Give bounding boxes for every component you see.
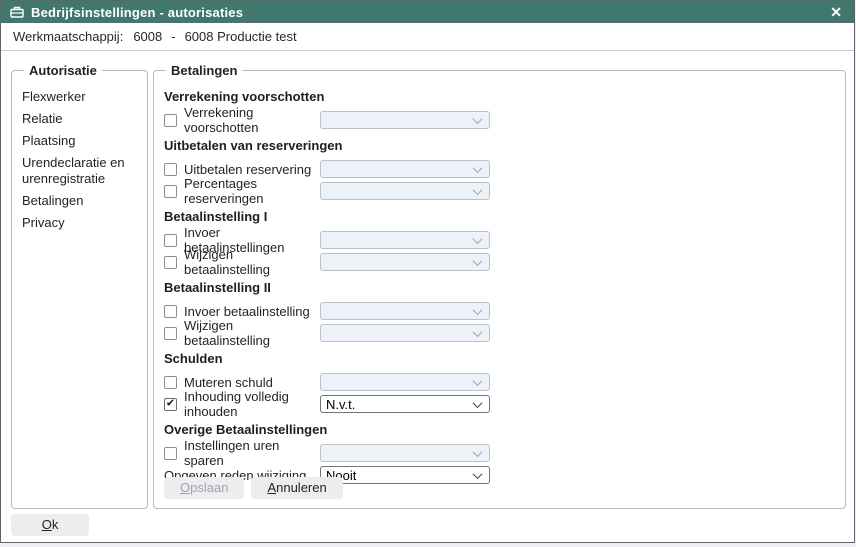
- setting-dropdown[interactable]: [320, 302, 490, 320]
- sidebar-item-plaatsing[interactable]: Plaatsing: [22, 130, 147, 152]
- section-header: Betaalinstelling I: [164, 209, 835, 224]
- checkbox[interactable]: [164, 185, 177, 198]
- chevron-down-icon: [473, 327, 483, 337]
- chevron-down-icon: [473, 256, 483, 266]
- setting-dropdown[interactable]: [320, 231, 490, 249]
- checkbox[interactable]: [164, 114, 177, 127]
- setting-dropdown[interactable]: [320, 160, 490, 178]
- section-header: Schulden: [164, 351, 835, 366]
- chevron-down-icon: [473, 398, 483, 408]
- company-bar: Werkmaatschappij: 6008 - 6008 Productie …: [1, 23, 854, 51]
- sidebar-item-relatie[interactable]: Relatie: [22, 108, 147, 130]
- ok-button[interactable]: Ok: [11, 514, 89, 536]
- panel-buttons: Opslaan Annuleren: [164, 477, 343, 499]
- checkbox[interactable]: [164, 376, 177, 389]
- checkbox[interactable]: [164, 447, 177, 460]
- checkbox[interactable]: [164, 234, 177, 247]
- sidebar-legend: Autorisatie: [24, 63, 102, 78]
- company-name: 6008 Productie test: [185, 29, 297, 44]
- chevron-down-icon: [473, 163, 483, 173]
- close-icon[interactable]: ✕: [827, 4, 845, 20]
- payments-panel: Betalingen Verrekening voorschotten Verr…: [153, 63, 846, 509]
- company-label: Werkmaatschappij:: [13, 29, 123, 44]
- section-header: Verrekening voorschotten: [164, 89, 835, 104]
- chevron-down-icon: [473, 114, 483, 124]
- chevron-down-icon: [473, 469, 483, 479]
- save-button[interactable]: Opslaan: [164, 477, 244, 499]
- checkbox[interactable]: [164, 305, 177, 318]
- setting-label: Muteren schuld: [184, 375, 320, 390]
- setting-row: ✔ Inhouding volledig inhouden N.v.t.: [164, 395, 835, 413]
- briefcase-icon: [10, 6, 24, 18]
- setting-dropdown[interactable]: [320, 373, 490, 391]
- setting-dropdown[interactable]: [320, 182, 490, 200]
- sidebar-item-flexwerker[interactable]: Flexwerker: [22, 86, 147, 108]
- setting-dropdown[interactable]: [320, 111, 490, 129]
- checkbox[interactable]: [164, 327, 177, 340]
- chevron-down-icon: [473, 305, 483, 315]
- setting-dropdown[interactable]: Nooit: [320, 466, 490, 484]
- title-bar: Bedrijfsinstellingen - autorisaties ✕: [1, 1, 854, 23]
- authorization-group: Autorisatie Flexwerker Relatie Plaatsing…: [11, 63, 148, 509]
- chevron-down-icon: [473, 376, 483, 386]
- section-header: Betaalinstelling II: [164, 280, 835, 295]
- sidebar-item-privacy[interactable]: Privacy: [22, 212, 147, 234]
- setting-row: Instellingen uren sparen: [164, 444, 835, 462]
- setting-label: Wijzigen betaalinstelling: [184, 247, 320, 277]
- setting-row: Verrekening voorschotten: [164, 111, 835, 129]
- chevron-down-icon: [473, 447, 483, 457]
- setting-dropdown[interactable]: [320, 253, 490, 271]
- setting-label: Verrekening voorschotten: [184, 105, 320, 135]
- sidebar-item-urendeclaratie[interactable]: Urendeclaratie en urenregistratie: [22, 152, 147, 190]
- dialog-window: Bedrijfsinstellingen - autorisaties ✕ We…: [0, 0, 855, 543]
- setting-row: Percentages reserveringen: [164, 182, 835, 200]
- setting-label: Percentages reserveringen: [184, 176, 320, 206]
- setting-row: Wijzigen betaalinstelling: [164, 324, 835, 342]
- chevron-down-icon: [473, 185, 483, 195]
- checkbox[interactable]: [164, 163, 177, 176]
- setting-row: Wijzigen betaalinstelling: [164, 253, 835, 271]
- setting-label: Instellingen uren sparen: [184, 438, 320, 468]
- setting-label: Uitbetalen reservering: [184, 162, 320, 177]
- setting-label: Inhouding volledig inhouden: [184, 389, 320, 419]
- setting-dropdown[interactable]: [320, 324, 490, 342]
- window-title: Bedrijfsinstellingen - autorisaties: [31, 5, 243, 20]
- chevron-down-icon: [473, 234, 483, 244]
- checkbox[interactable]: [164, 256, 177, 269]
- checkmark-icon: ✔: [166, 398, 175, 409]
- checkbox[interactable]: ✔: [164, 398, 177, 411]
- section-header: Overige Betaalinstellingen: [164, 422, 835, 437]
- setting-dropdown[interactable]: N.v.t.: [320, 395, 490, 413]
- company-separator: -: [171, 29, 175, 44]
- sidebar-item-betalingen[interactable]: Betalingen: [22, 190, 147, 212]
- setting-label: Invoer betaalinstelling: [184, 304, 320, 319]
- company-code: 6008: [133, 29, 162, 44]
- cancel-button[interactable]: Annuleren: [251, 477, 342, 499]
- dropdown-value: Nooit: [326, 468, 474, 483]
- panel-legend: Betalingen: [166, 63, 242, 78]
- section-header: Uitbetalen van reserveringen: [164, 138, 835, 153]
- setting-label: Wijzigen betaalinstelling: [184, 318, 320, 348]
- dropdown-value: N.v.t.: [326, 397, 474, 412]
- setting-dropdown[interactable]: [320, 444, 490, 462]
